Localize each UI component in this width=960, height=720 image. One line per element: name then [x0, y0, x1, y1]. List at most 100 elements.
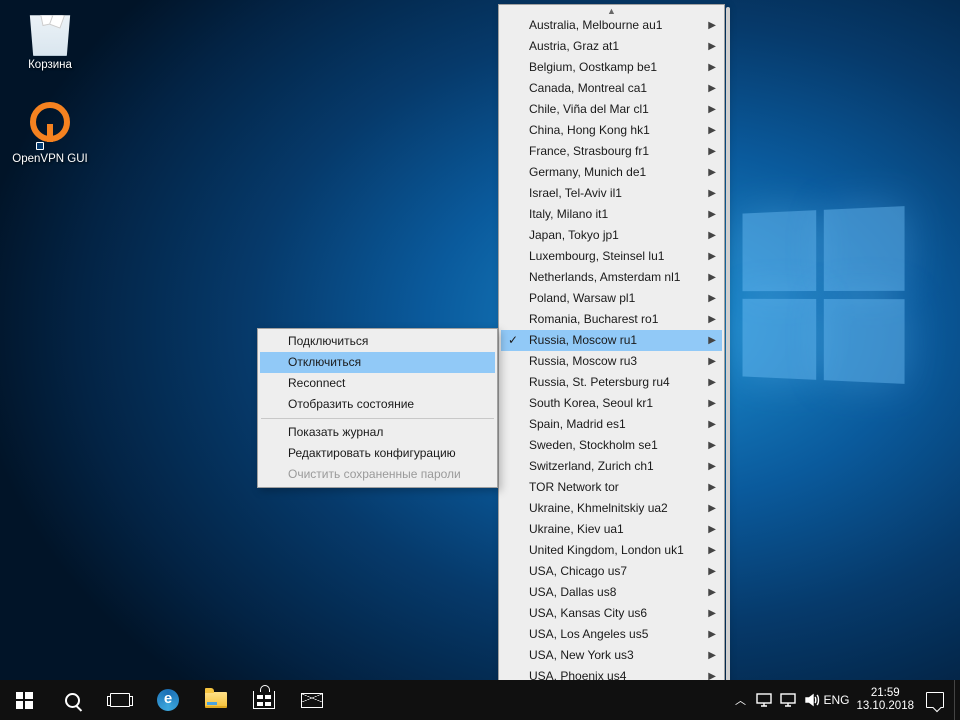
server-item[interactable]: ✓Russia, Moscow ru1▶ [501, 330, 722, 351]
context-menu-item[interactable]: Отключиться [260, 352, 495, 373]
context-menu-item-label: Reconnect [288, 376, 345, 390]
tray-network[interactable] [776, 680, 800, 720]
search-button[interactable] [48, 680, 96, 720]
server-item[interactable]: Italy, Milano it1▶ [501, 204, 722, 225]
server-item[interactable]: TOR Network tor▶ [501, 477, 722, 498]
tray-clock[interactable]: 21:59 13.10.2018 [848, 687, 922, 713]
server-item[interactable]: Israel, Tel-Aviv il1 ▶ [501, 183, 722, 204]
show-desktop-button[interactable] [954, 680, 960, 720]
server-item-label: Russia, Moscow ru1 [529, 333, 637, 347]
server-item[interactable]: Australia, Melbourne au1▶ [501, 15, 722, 36]
openvpn-server-submenu[interactable]: ▲ Australia, Melbourne au1▶Austria, Graz… [498, 4, 725, 719]
tray-language[interactable]: ENG [824, 680, 848, 720]
action-center-button[interactable] [926, 692, 944, 708]
chevron-right-icon: ▶ [708, 330, 716, 351]
server-item[interactable]: Luxembourg, Steinsel lu1▶ [501, 246, 722, 267]
desktop[interactable]: Корзина OpenVPN GUI ▲ Australia, Melbour… [0, 0, 960, 720]
server-item[interactable]: USA, Kansas City us6▶ [501, 603, 722, 624]
chevron-right-icon: ▶ [708, 225, 716, 246]
server-item[interactable]: Japan, Tokyo jp1▶ [501, 225, 722, 246]
server-item-label: Chile, Viña del Mar cl1 [529, 102, 649, 116]
server-item-label: USA, Los Angeles us5 [529, 627, 648, 641]
context-menu-item[interactable]: Отобразить состояние [260, 394, 495, 415]
context-menu-item-label: Подключиться [288, 334, 368, 348]
server-item[interactable]: USA, Los Angeles us5 ▶ [501, 624, 722, 645]
chevron-right-icon: ▶ [708, 624, 716, 645]
store-icon [253, 691, 275, 709]
server-item[interactable]: China, Hong Kong hk1▶ [501, 120, 722, 141]
server-item[interactable]: USA, Chicago us7▶ [501, 561, 722, 582]
server-item[interactable]: USA, New York us3▶ [501, 645, 722, 666]
taskbar-app-explorer[interactable] [192, 680, 240, 720]
server-item-label: Switzerland, Zurich ch1 [529, 459, 654, 473]
server-item-label: Italy, Milano it1 [529, 207, 608, 221]
server-item-label: United Kingdom, London uk1 [529, 543, 684, 557]
server-item-label: South Korea, Seoul kr1 [529, 396, 653, 410]
context-menu-item-label: Отключиться [288, 355, 361, 369]
chevron-right-icon: ▶ [708, 183, 716, 204]
server-item[interactable]: Russia, St. Petersburg ru4▶ [501, 372, 722, 393]
openvpn-icon [26, 102, 74, 150]
server-item-label: USA, Chicago us7 [529, 564, 627, 578]
chevron-right-icon: ▶ [708, 309, 716, 330]
server-item[interactable]: Belgium, Oostkamp be1▶ [501, 57, 722, 78]
server-item[interactable]: Canada, Montreal ca1▶ [501, 78, 722, 99]
submenu-scrollbar[interactable] [726, 7, 730, 716]
desktop-icon-label: Корзина [10, 58, 90, 72]
mail-icon [301, 693, 323, 708]
folder-icon [205, 692, 227, 708]
server-item[interactable]: Austria, Graz at1▶ [501, 36, 722, 57]
chevron-right-icon: ▶ [708, 372, 716, 393]
desktop-icon-recycle-bin[interactable]: Корзина [10, 8, 90, 72]
server-item[interactable]: USA, Dallas us8▶ [501, 582, 722, 603]
server-item[interactable]: Sweden, Stockholm se1▶ [501, 435, 722, 456]
tray-volume[interactable] [800, 680, 824, 720]
taskbar-app-edge[interactable] [144, 680, 192, 720]
context-menu-item[interactable]: Reconnect [260, 373, 495, 394]
taskbar-app-store[interactable] [240, 680, 288, 720]
server-item-label: Israel, Tel-Aviv il1 [529, 186, 622, 200]
submenu-scroll-up[interactable]: ▲ [501, 7, 722, 15]
server-item[interactable]: Netherlands, Amsterdam nl1▶ [501, 267, 722, 288]
server-item[interactable]: France, Strasbourg fr1▶ [501, 141, 722, 162]
monitor-icon [756, 692, 772, 708]
server-item-label: China, Hong Kong hk1 [529, 123, 650, 137]
server-item[interactable]: Switzerland, Zurich ch1▶ [501, 456, 722, 477]
server-item[interactable]: Poland, Warsaw pl1▶ [501, 288, 722, 309]
context-menu-item[interactable]: Подключиться [260, 331, 495, 352]
chevron-right-icon: ▶ [708, 15, 716, 36]
server-item-label: USA, Kansas City us6 [529, 606, 647, 620]
context-menu-item[interactable]: Редактировать конфигурацию [260, 443, 495, 464]
server-item-label: Spain, Madrid es1 [529, 417, 626, 431]
network-icon [780, 692, 796, 708]
task-view-button[interactable] [96, 680, 144, 720]
server-item[interactable]: Russia, Moscow ru3 ▶ [501, 351, 722, 372]
tray-overflow-button[interactable]: ︿ [728, 680, 752, 720]
server-item[interactable]: United Kingdom, London uk1 ▶ [501, 540, 722, 561]
server-item[interactable]: Ukraine, Kiev ua1▶ [501, 519, 722, 540]
server-item-label: Russia, Moscow ru3 [529, 354, 637, 368]
chevron-right-icon: ▶ [708, 351, 716, 372]
context-menu-item[interactable]: Показать журнал [260, 422, 495, 443]
chevron-right-icon: ▶ [708, 540, 716, 561]
server-item-label: Ukraine, Kiev ua1 [529, 522, 624, 536]
server-item[interactable]: Spain, Madrid es1▶ [501, 414, 722, 435]
chevron-right-icon: ▶ [708, 477, 716, 498]
openvpn-context-menu[interactable]: Подключиться Отключиться Reconnect Отобрази… [257, 328, 498, 488]
server-item-label: USA, Dallas us8 [529, 585, 616, 599]
desktop-icon-openvpn[interactable]: OpenVPN GUI [10, 100, 90, 166]
task-view-icon [110, 693, 130, 707]
server-item[interactable]: Romania, Bucharest ro1 ▶ [501, 309, 722, 330]
server-item[interactable]: Chile, Viña del Mar cl1▶ [501, 99, 722, 120]
server-item[interactable]: Germany, Munich de1▶ [501, 162, 722, 183]
server-item-label: Netherlands, Amsterdam nl1 [529, 270, 680, 284]
server-item-label: Romania, Bucharest ro1 [529, 312, 658, 326]
start-button[interactable] [0, 680, 48, 720]
context-menu-item: Очистить сохраненные пароли [260, 464, 495, 485]
server-item[interactable]: South Korea, Seoul kr1▶ [501, 393, 722, 414]
chevron-right-icon: ▶ [708, 246, 716, 267]
taskbar-app-mail[interactable] [288, 680, 336, 720]
tray-openvpn[interactable] [752, 680, 776, 720]
server-item[interactable]: Ukraine, Khmelnitskiy ua2▶ [501, 498, 722, 519]
server-item-label: Canada, Montreal ca1 [529, 81, 647, 95]
